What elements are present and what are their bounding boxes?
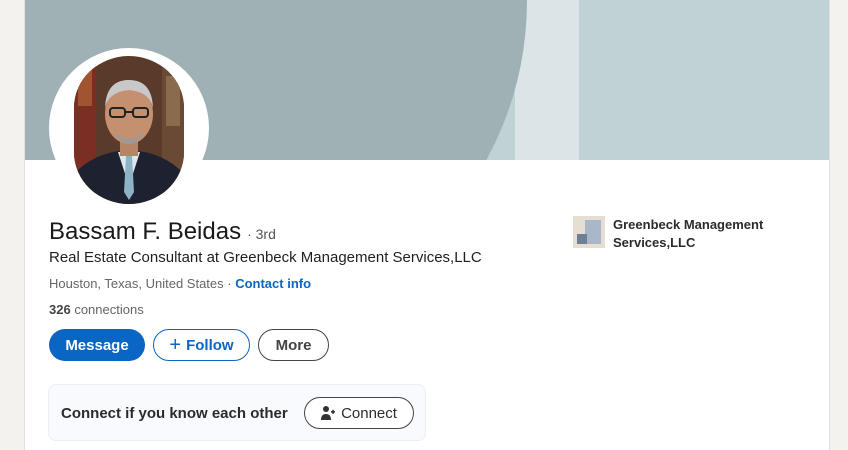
follow-button-label: Follow: [186, 336, 234, 354]
company-logo-icon: [573, 216, 605, 248]
profile-location: Houston, Texas, United States ·: [49, 276, 232, 291]
connection-degree: · 3rd: [247, 226, 276, 242]
message-button[interactable]: Message: [49, 329, 145, 361]
avatar[interactable]: [74, 56, 184, 204]
connections-label: connections: [74, 302, 144, 317]
connect-button-label: Connect: [341, 404, 397, 422]
name-row: Bassam F. Beidas · 3rd: [49, 218, 276, 246]
more-button-label: More: [275, 336, 312, 354]
profile-headline: Real Estate Consultant at Greenbeck Mana…: [49, 249, 482, 266]
connect-prompt: Connect if you know each other Connect: [48, 384, 426, 441]
more-button[interactable]: More: [258, 329, 329, 361]
connect-prompt-text: Connect if you know each other: [61, 405, 288, 422]
message-button-label: Message: [65, 336, 129, 354]
follow-button[interactable]: + Follow: [153, 329, 250, 361]
profile-name: Bassam F. Beidas: [49, 218, 242, 245]
connections-count[interactable]: 326 connections: [49, 302, 144, 317]
location-row: Houston, Texas, United States · Contact …: [49, 276, 311, 291]
connections-number: 326: [49, 302, 71, 317]
contact-info-link[interactable]: Contact info: [235, 276, 311, 291]
person-add-icon: [321, 405, 336, 421]
connect-button[interactable]: Connect: [304, 397, 414, 429]
company-name: Greenbeck Management Services,LLC: [613, 217, 764, 250]
plus-icon: +: [169, 334, 182, 356]
current-company[interactable]: Greenbeck Management Services,LLC: [573, 216, 783, 252]
avatar-frame[interactable]: [49, 48, 209, 208]
profile-card: Bassam F. Beidas · 3rd Real Estate Consu…: [24, 0, 830, 450]
